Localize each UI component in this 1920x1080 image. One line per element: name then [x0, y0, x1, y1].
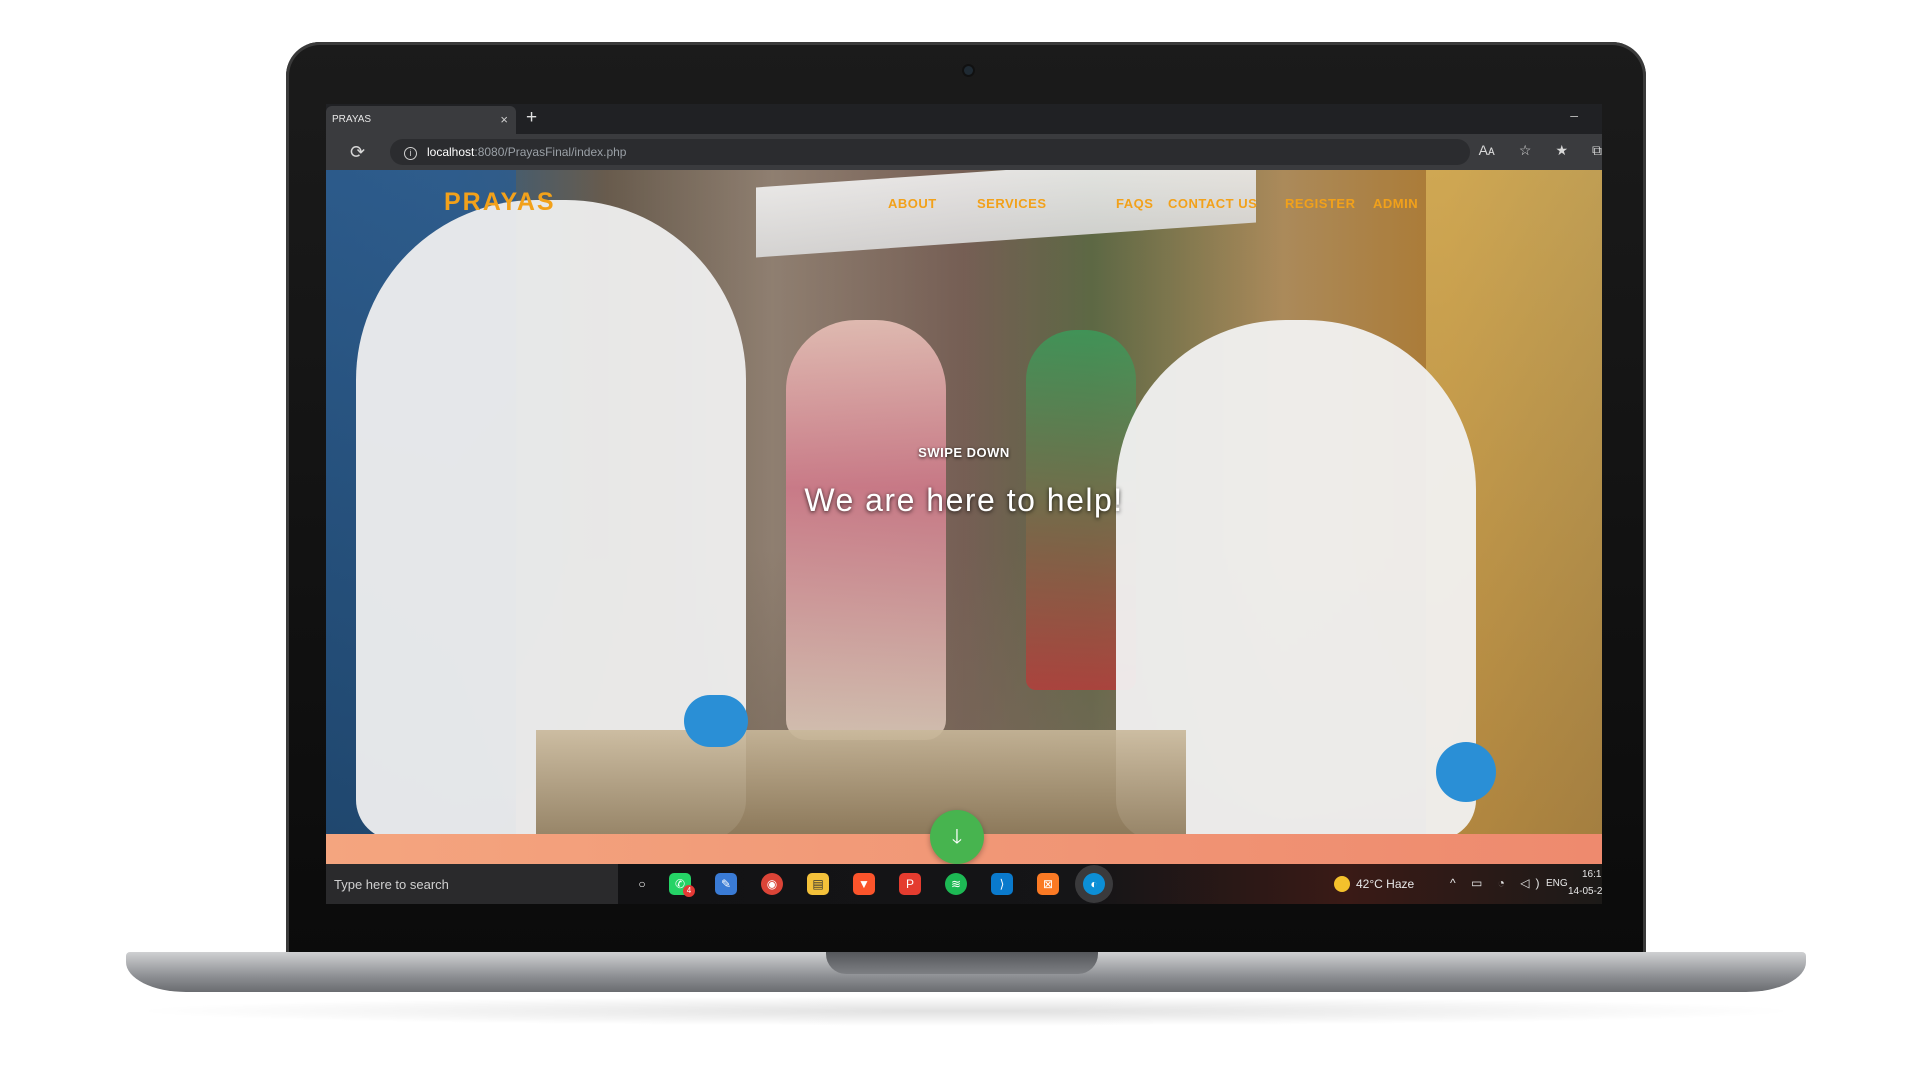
hero-heading: We are here to help!	[804, 482, 1124, 518]
arrow-down-icon: 🡓	[951, 826, 963, 848]
nav-admin[interactable]: ADMIN	[1373, 196, 1418, 211]
brave-icon[interactable]: ▼	[853, 873, 875, 895]
edge-icon[interactable]: ◐	[1083, 873, 1105, 895]
tab-title: PRAYAS	[332, 114, 372, 125]
minimize-icon[interactable]: –	[1570, 107, 1578, 123]
favorites-icon[interactable]: ★	[1555, 142, 1568, 159]
add-favorite-icon[interactable]: ☆	[1519, 142, 1532, 159]
browser-tabbar: PRAYAS × + –	[326, 104, 1602, 134]
whatsapp-badge: 4	[683, 885, 695, 897]
webcam-icon	[964, 66, 973, 75]
chrome-icon[interactable]: ◉	[761, 873, 783, 895]
weather-icon[interactable]	[1334, 876, 1350, 892]
site-logo[interactable]: PRAYAS	[444, 188, 556, 217]
browser-tab[interactable]: PRAYAS ×	[326, 106, 516, 134]
reload-icon[interactable]: ⟳	[350, 142, 365, 163]
clock-date[interactable]: 14-05-2	[1568, 886, 1602, 897]
url-host: localhost	[427, 145, 475, 159]
taskbar-search-input[interactable]: Type here to search	[326, 864, 618, 904]
laptop-shadow	[126, 996, 1806, 1026]
collections-icon[interactable]: ⧉	[1592, 142, 1602, 159]
browser-toolbar: ⟳ i localhost:8080/PrayasFinal/index.php …	[326, 134, 1602, 170]
close-tab-icon[interactable]: ×	[500, 112, 508, 127]
nav-register[interactable]: REGISTER	[1285, 196, 1355, 211]
cortana-icon[interactable]: ○	[631, 873, 653, 895]
taskbar: Type here to search ○ ✆ 4 ✎ ◉ ▤ ▼ P ≋ ⟩ …	[326, 864, 1602, 904]
pen-app-icon[interactable]: ✎	[715, 873, 737, 895]
web-page: PRAYAS ABOUT SERVICES FAQS CONTACT US RE…	[326, 170, 1602, 864]
file-explorer-icon[interactable]: ▤	[807, 873, 829, 895]
clock-time[interactable]: 16:1	[1582, 869, 1601, 880]
weather-text[interactable]: 42°C Haze	[1356, 877, 1414, 891]
read-aloud-icon[interactable]: Aᴀ	[1479, 142, 1495, 159]
vscode-icon[interactable]: ⟩	[991, 873, 1013, 895]
new-tab-icon[interactable]: +	[526, 107, 537, 129]
spotify-icon[interactable]: ≋	[945, 873, 967, 895]
address-bar[interactable]: i localhost:8080/PrayasFinal/index.php	[390, 139, 1470, 165]
tray-icons[interactable]: ^ ▭ ◔ ◁)	[1450, 876, 1545, 890]
p-app-icon[interactable]: P	[899, 873, 921, 895]
nav-faqs[interactable]: FAQS	[1116, 196, 1153, 211]
site-info-icon[interactable]: i	[404, 147, 417, 160]
nav-contact-us[interactable]: CONTACT US	[1168, 196, 1257, 211]
nav-services[interactable]: SERVICES	[977, 196, 1047, 211]
nav-about[interactable]: ABOUT	[888, 196, 937, 211]
url-path: :8080/PrayasFinal/index.php	[474, 145, 627, 159]
xampp-icon[interactable]: ⊠	[1037, 873, 1059, 895]
language-indicator[interactable]: ENG	[1546, 878, 1568, 889]
laptop-notch	[826, 952, 1098, 974]
screen: PRAYAS × + – ⟳ i localhost:8080/PrayasFin…	[326, 104, 1602, 904]
swipe-down-label: SWIPE DOWN	[918, 445, 1010, 460]
toolbar-icons: Aᴀ ☆ ★ ⧉	[1479, 142, 1602, 159]
scroll-down-button[interactable]: 🡓	[930, 810, 984, 864]
